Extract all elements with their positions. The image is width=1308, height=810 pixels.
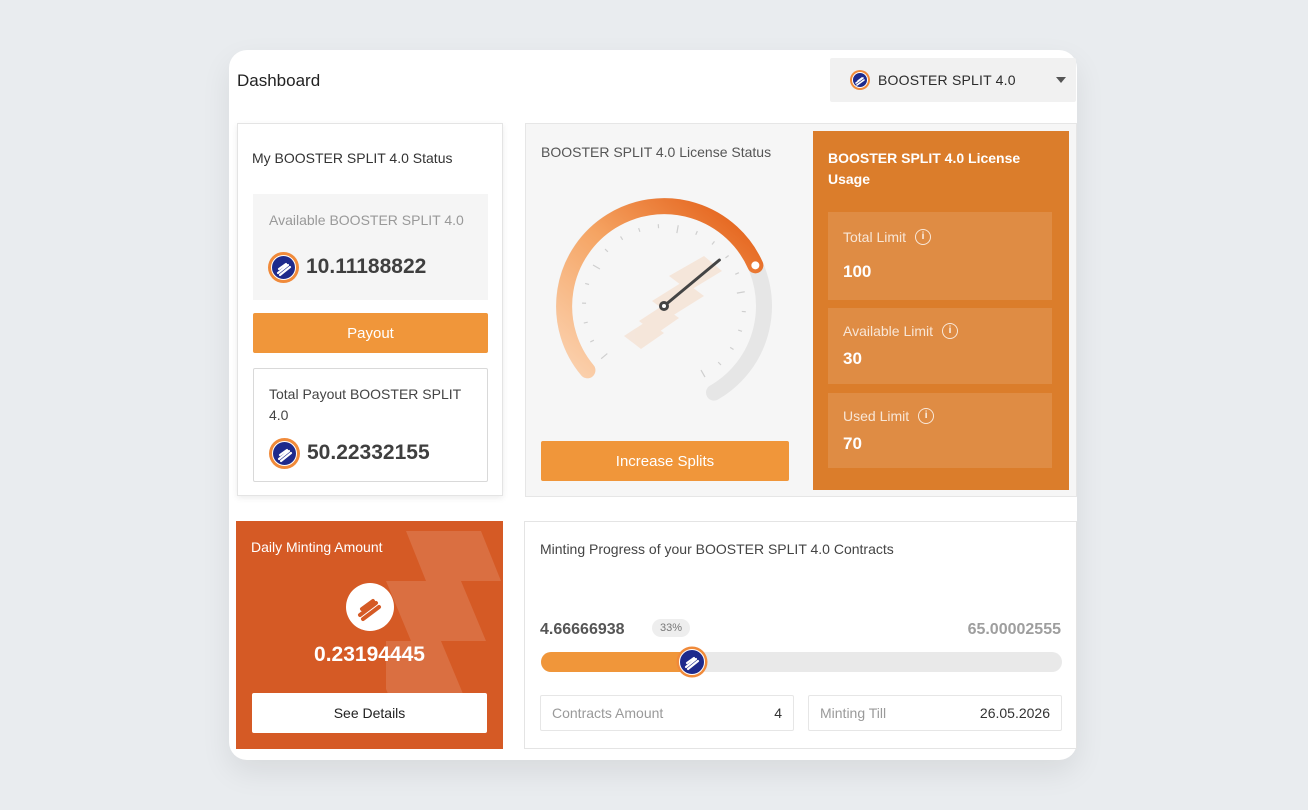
used-limit-label: Used Limit [843,408,910,424]
minting-till-label: Minting Till [820,705,887,721]
progress-total: 65.00002555 [967,621,1061,638]
product-selector[interactable]: BOOSTER SPLIT 4.0 [830,58,1076,102]
total-payout-value: 50.22332155 [307,441,430,464]
page-title: Dashboard [237,71,321,90]
booster-coin-icon [269,438,300,469]
booster-coin-icon [346,583,394,631]
minting-progress-card: Minting Progress of your BOOSTER SPLIT 4… [524,521,1077,749]
total-limit-label: Total Limit [843,229,907,245]
available-limit-label: Available Limit [843,323,934,339]
increase-splits-button[interactable]: Increase Splits [541,441,789,481]
info-icon[interactable]: i [918,408,935,424]
contracts-amount-label: Contracts Amount [552,705,664,721]
see-details-button[interactable]: See Details [252,693,487,733]
available-value: 10.11188822 [306,255,427,278]
total-payout-box: Total Payout BOOSTER SPLIT 4.0 50.223321… [253,368,488,482]
total-limit-box: Total Limit i 100 [828,212,1052,300]
progress-percent-badge: 33% [652,619,691,637]
progress-track [541,646,1062,678]
progress-thumb[interactable] [676,646,708,678]
usage-title: BOOSTER SPLIT 4.0 License Usage [828,150,1021,187]
used-limit-value: 70 [843,434,862,453]
info-icon[interactable]: i [915,229,932,245]
progress-title: Minting Progress of your BOOSTER SPLIT 4… [540,541,894,557]
contracts-amount-value: 4 [774,705,782,721]
progress-fill [541,652,693,672]
license-gauge [556,198,772,406]
gauge-tick [583,321,588,324]
dashboard-window: Dashboard BOOSTER SPLIT 4.0 My BOOSTER S… [229,50,1077,760]
available-balance-box: Available BOOSTER SPLIT 4.0 10.11188822 [253,194,488,300]
daily-minting-title: Daily Minting Amount [251,539,383,555]
daily-minting-card: Daily Minting Amount 0.23194445 See Deta… [236,521,503,749]
license-title: BOOSTER SPLIT 4.0 License Status [541,144,772,160]
booster-coin-icon [850,70,870,90]
total-payout-label: Total Payout BOOSTER SPLIT 4.0 [269,386,461,423]
decorative-chevrons [386,531,501,701]
available-label: Available BOOSTER SPLIT 4.0 [269,212,464,228]
license-card: BOOSTER SPLIT 4.0 License Status Increas… [525,123,1077,497]
available-limit-box: Available Limit i 30 [828,308,1052,384]
status-card: My BOOSTER SPLIT 4.0 Status Available BO… [237,123,503,496]
chevron-down-icon[interactable] [1056,77,1066,83]
booster-coin-icon [268,252,299,283]
minting-till-value: 26.05.2026 [979,705,1050,721]
minting-till-box: Minting Till 26.05.2026 [808,695,1062,731]
available-limit-value: 30 [843,349,862,368]
license-usage-panel: BOOSTER SPLIT 4.0 License Usage Total Li… [813,131,1069,490]
selector-label: BOOSTER SPLIT 4.0 [878,72,1016,88]
daily-minting-value: 0.23194445 [314,643,425,666]
status-title: My BOOSTER SPLIT 4.0 Status [252,150,453,166]
info-icon[interactable]: i [942,323,959,339]
progress-current: 4.66666938 [540,621,625,638]
used-limit-box: Used Limit i 70 [828,393,1052,468]
total-limit-value: 100 [843,262,872,281]
payout-button[interactable]: Payout [253,313,488,353]
booster-coin-icon [676,646,708,678]
contracts-amount-box: Contracts Amount 4 [540,695,794,731]
